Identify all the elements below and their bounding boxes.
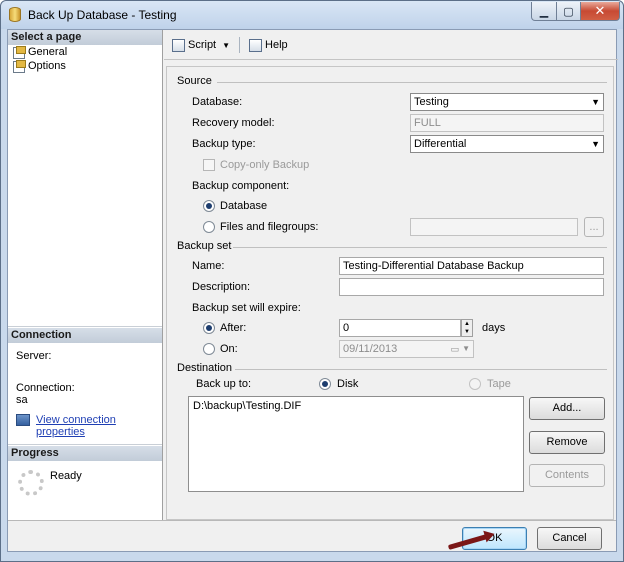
filegroups-browse-button[interactable]: ...	[584, 217, 604, 237]
expire-after-radio[interactable]	[203, 322, 215, 334]
connection-value: sa	[16, 394, 28, 406]
backup-to-disk-radio[interactable]	[319, 378, 331, 390]
recovery-model-field: FULL	[410, 114, 604, 132]
backup-component-label: Backup component:	[192, 180, 290, 192]
progress-status: Ready	[50, 470, 82, 482]
backup-type-value: Differential	[414, 138, 467, 150]
dropdown-arrow-icon[interactable]: ▼	[222, 41, 230, 50]
expire-date-value: 09/11/2013	[343, 343, 398, 355]
destination-list[interactable]: D:\backup\Testing.DIF	[188, 396, 524, 492]
filegroups-field	[410, 218, 578, 236]
cancel-button[interactable]: Cancel	[537, 527, 602, 550]
backup-dialog-window: Back Up Database - Testing ▁ ▢ ✕ Select …	[0, 0, 624, 562]
expire-on-radio[interactable]	[203, 343, 215, 355]
divider	[235, 369, 607, 370]
backup-set-header: Backup set	[177, 240, 232, 252]
divider	[233, 247, 607, 248]
tape-label: Tape	[487, 378, 511, 390]
divider	[8, 444, 162, 445]
dialog-client-area: Select a page General Options Connection…	[7, 29, 618, 552]
script-label: Script	[188, 39, 217, 51]
list-item[interactable]: D:\backup\Testing.DIF	[193, 400, 519, 412]
chevron-down-icon: ▼	[591, 139, 600, 149]
minimize-button[interactable]: ▁	[531, 2, 557, 21]
view-connection-properties-link[interactable]: View connection properties	[36, 414, 162, 438]
contents-button[interactable]: Contents	[529, 464, 605, 487]
page-icon	[12, 60, 26, 73]
toolbar-separator	[239, 37, 241, 53]
help-button[interactable]: Help	[247, 38, 290, 52]
expire-label: Backup set will expire:	[192, 302, 301, 314]
sidebar-item-options[interactable]: Options	[12, 59, 66, 73]
stepper-down-icon[interactable]: ▼	[462, 328, 472, 336]
server-label: Server:	[16, 350, 52, 362]
expire-after-label: After:	[220, 322, 247, 334]
stepper-up-icon[interactable]: ▲	[462, 320, 472, 328]
disk-label: Disk	[337, 378, 359, 390]
page-icon	[12, 46, 26, 59]
help-icon	[249, 38, 263, 52]
destination-header: Destination	[177, 362, 233, 374]
copy-only-checkbox[interactable]	[203, 159, 215, 171]
help-label: Help	[265, 39, 288, 51]
title-bar[interactable]: Back Up Database - Testing ▁ ▢ ✕	[1, 1, 623, 29]
toolbar: Script ▼ Help	[170, 35, 290, 55]
backup-type-label: Backup type:	[192, 138, 256, 150]
maximize-button[interactable]: ▢	[556, 2, 581, 21]
backup-to-label: Back up to:	[196, 378, 252, 390]
expire-on-label: On:	[220, 343, 238, 355]
page-sidebar: Select a page General Options Connection…	[8, 30, 163, 520]
close-button[interactable]: ✕	[580, 2, 620, 21]
copy-only-label: Copy-only Backup	[220, 159, 310, 171]
toolbar-divider	[164, 59, 618, 60]
calendar-icon: ▭	[450, 344, 459, 354]
source-header: Source	[177, 75, 212, 87]
add-destination-button[interactable]: Add...	[529, 397, 605, 420]
database-dropdown[interactable]: Testing ▼	[410, 93, 604, 111]
database-value: Testing	[414, 96, 449, 108]
footer-divider	[8, 520, 616, 521]
database-label: Database:	[192, 96, 243, 108]
description-input[interactable]	[339, 278, 604, 296]
expire-days-input[interactable]: 0	[339, 319, 461, 337]
component-database-radio[interactable]	[203, 200, 215, 212]
select-page-header: Select a page	[8, 30, 162, 45]
remove-destination-button[interactable]: Remove	[529, 431, 605, 454]
window-title: Back Up Database - Testing	[28, 8, 177, 22]
description-label: Description:	[192, 281, 251, 293]
sidebar-item-general[interactable]: General	[12, 45, 67, 59]
days-stepper[interactable]: ▲ ▼	[461, 319, 473, 337]
sidebar-item-label: General	[28, 46, 68, 58]
divider	[8, 326, 162, 327]
script-button[interactable]: Script ▼	[170, 38, 232, 52]
backup-name-label: Name:	[192, 260, 225, 272]
connection-label: Connection:	[16, 382, 75, 394]
component-database-label: Database	[220, 200, 268, 212]
divider	[217, 82, 607, 83]
backup-to-tape-radio[interactable]	[469, 378, 481, 390]
connection-header: Connection	[8, 328, 162, 343]
database-icon	[9, 7, 21, 22]
recovery-model-label: Recovery model:	[192, 117, 275, 129]
days-label: days	[482, 322, 506, 334]
progress-header: Progress	[8, 446, 162, 461]
script-icon	[172, 38, 185, 52]
connection-properties-icon	[16, 414, 30, 426]
component-files-radio[interactable]	[203, 221, 215, 233]
sidebar-item-label: Options	[28, 60, 66, 72]
chevron-down-icon: ▼	[462, 344, 470, 353]
chevron-down-icon: ▼	[591, 97, 600, 107]
backup-name-input[interactable]: Testing-Differential Database Backup	[339, 257, 604, 275]
backup-type-dropdown[interactable]: Differential ▼	[410, 135, 604, 153]
general-page-content: Source Database: Testing ▼ Recovery mode…	[166, 66, 614, 520]
progress-spinner-icon	[18, 470, 44, 496]
component-files-label: Files and filegroups:	[220, 221, 319, 233]
expire-date-picker[interactable]: 09/11/2013 ▭ ▼	[339, 340, 474, 358]
